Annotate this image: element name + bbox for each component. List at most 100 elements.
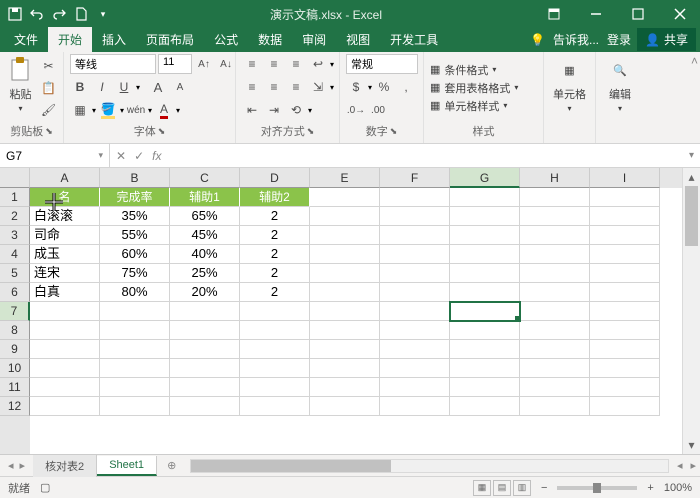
qat-dropdown-icon[interactable]: ▾: [96, 7, 110, 21]
cell-G12[interactable]: [450, 397, 520, 416]
cell-B1[interactable]: 完成率: [100, 188, 170, 207]
cell-E6[interactable]: [310, 283, 380, 302]
spreadsheet-grid[interactable]: ABCDEFGHI 123456789101112 名完成率辅助1辅助2白滚滚3…: [0, 168, 700, 454]
cell-B9[interactable]: [100, 340, 170, 359]
cell-A12[interactable]: [30, 397, 100, 416]
row-header-3[interactable]: 3: [0, 226, 30, 245]
namebox-dropdown-icon[interactable]: ▾: [98, 150, 103, 161]
cell-C4[interactable]: 40%: [170, 245, 240, 264]
zoom-slider[interactable]: [557, 486, 637, 490]
cell-D6[interactable]: 2: [240, 283, 310, 302]
cell-H8[interactable]: [520, 321, 590, 340]
border-icon[interactable]: ▦: [70, 100, 90, 120]
cell-B4[interactable]: 60%: [100, 245, 170, 264]
percent-icon[interactable]: %: [374, 77, 394, 97]
cell-I6[interactable]: [590, 283, 660, 302]
macro-record-icon[interactable]: ▢: [40, 481, 50, 494]
tell-me[interactable]: 告诉我...: [551, 27, 601, 52]
cell-style-button[interactable]: ▦单元格样式▾: [430, 98, 518, 114]
paste-button[interactable]: 粘贴 ▾: [5, 54, 37, 120]
cell-G3[interactable]: [450, 226, 520, 245]
row-header-4[interactable]: 4: [0, 245, 30, 264]
cell-F9[interactable]: [380, 340, 450, 359]
row-header-11[interactable]: 11: [0, 378, 30, 397]
comma-icon[interactable]: ,: [396, 77, 416, 97]
cell-H6[interactable]: [520, 283, 590, 302]
cell-D3[interactable]: 2: [240, 226, 310, 245]
cell-D7[interactable]: [240, 302, 310, 321]
grow-font-icon[interactable]: A↑: [194, 54, 214, 74]
font-launcher-icon[interactable]: ⬊: [158, 126, 166, 137]
cell-G4[interactable]: [450, 245, 520, 264]
cell-G9[interactable]: [450, 340, 520, 359]
cell-F12[interactable]: [380, 397, 450, 416]
align-left-icon[interactable]: ≡: [242, 77, 262, 97]
cancel-formula-icon[interactable]: ✕: [116, 149, 126, 163]
increase-decimal-icon[interactable]: .0→: [346, 100, 366, 120]
align-middle-icon[interactable]: ≡: [264, 54, 284, 74]
row-header-7[interactable]: 7: [0, 302, 30, 321]
tab-nav-next-icon[interactable]: ▸: [20, 459, 26, 472]
view-normal-icon[interactable]: ▦: [473, 480, 491, 496]
enter-formula-icon[interactable]: ✓: [134, 149, 144, 163]
cell-C7[interactable]: [170, 302, 240, 321]
cells-button[interactable]: ▦ 单元格 ▾: [551, 54, 588, 115]
cell-G6[interactable]: [450, 283, 520, 302]
cell-H4[interactable]: [520, 245, 590, 264]
hscroll-left-icon[interactable]: ◂: [673, 459, 687, 472]
cell-H1[interactable]: [520, 188, 590, 207]
edit-button[interactable]: 🔍 编辑 ▾: [604, 54, 636, 115]
cell-I3[interactable]: [590, 226, 660, 245]
tab-insert[interactable]: 插入: [92, 27, 136, 52]
cell-B8[interactable]: [100, 321, 170, 340]
minimize-icon[interactable]: [576, 0, 616, 28]
align-center-icon[interactable]: ≡: [264, 77, 284, 97]
cell-C9[interactable]: [170, 340, 240, 359]
cell-I5[interactable]: [590, 264, 660, 283]
cell-C6[interactable]: 20%: [170, 283, 240, 302]
row-header-12[interactable]: 12: [0, 397, 30, 416]
cell-I7[interactable]: [590, 302, 660, 321]
row-header-8[interactable]: 8: [0, 321, 30, 340]
font-shrink-icon[interactable]: A: [170, 77, 190, 97]
cell-C5[interactable]: 25%: [170, 264, 240, 283]
cell-A8[interactable]: [30, 321, 100, 340]
cell-C2[interactable]: 65%: [170, 207, 240, 226]
number-launcher-icon[interactable]: ⬊: [390, 126, 398, 137]
cell-D9[interactable]: [240, 340, 310, 359]
row-header-2[interactable]: 2: [0, 207, 30, 226]
cell-D1[interactable]: 辅助2: [240, 188, 310, 207]
cell-A3[interactable]: 司命: [30, 226, 100, 245]
sheet-tab-2[interactable]: Sheet1: [97, 456, 157, 476]
cell-C10[interactable]: [170, 359, 240, 378]
cell-F1[interactable]: [380, 188, 450, 207]
cell-F2[interactable]: [380, 207, 450, 226]
cell-H3[interactable]: [520, 226, 590, 245]
cell-I4[interactable]: [590, 245, 660, 264]
hscroll-thumb[interactable]: [191, 460, 391, 472]
cell-H10[interactable]: [520, 359, 590, 378]
cell-C8[interactable]: [170, 321, 240, 340]
align-top-icon[interactable]: ≡: [242, 54, 262, 74]
decrease-decimal-icon[interactable]: .00: [368, 100, 388, 120]
table-format-button[interactable]: ▦套用表格格式▾: [430, 80, 518, 96]
col-header-F[interactable]: F: [380, 168, 450, 188]
cell-D8[interactable]: [240, 321, 310, 340]
cell-I12[interactable]: [590, 397, 660, 416]
format-painter-icon[interactable]: 🖌: [39, 100, 59, 120]
cell-D2[interactable]: 2: [240, 207, 310, 226]
vertical-scrollbar[interactable]: ▴ ▾: [682, 168, 700, 454]
cell-E9[interactable]: [310, 340, 380, 359]
cell-G8[interactable]: [450, 321, 520, 340]
cell-E8[interactable]: [310, 321, 380, 340]
underline-icon[interactable]: U: [114, 77, 134, 97]
tab-formulas[interactable]: 公式: [204, 27, 248, 52]
cell-E4[interactable]: [310, 245, 380, 264]
tab-home[interactable]: 开始: [48, 27, 92, 52]
col-header-A[interactable]: A: [30, 168, 100, 188]
wrap-text-icon[interactable]: ↩: [308, 54, 328, 74]
cell-F5[interactable]: [380, 264, 450, 283]
cell-H9[interactable]: [520, 340, 590, 359]
maximize-icon[interactable]: [618, 0, 658, 28]
cell-E3[interactable]: [310, 226, 380, 245]
